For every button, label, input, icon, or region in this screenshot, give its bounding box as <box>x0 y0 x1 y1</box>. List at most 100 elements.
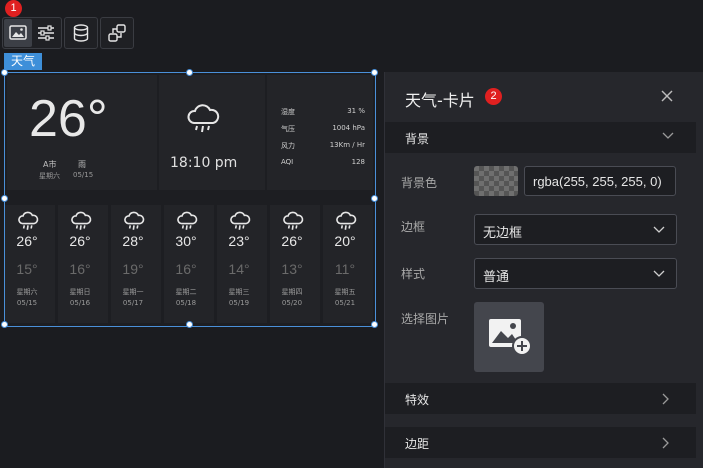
style-select[interactable]: 普通 <box>474 258 677 289</box>
image-picker[interactable] <box>474 302 544 372</box>
forecast-low: 14° <box>228 261 250 277</box>
toolbar-group-interaction <box>100 17 134 49</box>
close-icon <box>661 90 673 102</box>
section-effects-label: 特效 <box>405 393 430 407</box>
forecast-weekday: 星期日 <box>69 288 91 296</box>
forecast-date: 05/17 <box>122 299 144 307</box>
stat-humidity-value: 31 % <box>347 107 365 115</box>
resize-handle[interactable] <box>186 321 193 328</box>
weather-card-widget[interactable]: 26° A市 雨 星期六 05/15 18:10 pm 湿度 31 % 气压 1… <box>1 69 378 328</box>
forecast-high: 28° <box>122 233 144 249</box>
database-button[interactable] <box>67 19 95 47</box>
component-tag[interactable]: 天气 <box>4 53 42 70</box>
resize-handle[interactable] <box>1 321 8 328</box>
stat-aqi-value: 128 <box>351 158 365 166</box>
resize-handle[interactable] <box>1 195 8 202</box>
forecast-day: 23° 14° 星期三 05/19 <box>217 205 267 323</box>
step-badge-2: 2 <box>485 88 502 105</box>
rain-cloud-icon <box>71 211 92 230</box>
section-margin-label: 边距 <box>405 437 430 451</box>
rain-cloud-icon <box>336 211 357 230</box>
border-select[interactable]: 无边框 <box>474 214 677 245</box>
resize-handle[interactable] <box>371 195 378 202</box>
stat-wind-value: 13Km / Hr <box>329 141 365 149</box>
forecast-weekday: 星期四 <box>281 288 303 296</box>
resize-handle[interactable] <box>371 321 378 328</box>
section-effects[interactable]: 特效 <box>385 383 696 414</box>
forecast-date: 05/16 <box>69 299 91 307</box>
forecast-high: 20° <box>334 233 356 249</box>
forecast-day: 30° 16° 星期二 05/18 <box>164 205 214 323</box>
toolbar-group-data <box>64 17 98 49</box>
current-city: A市 <box>43 160 57 169</box>
forecast-day: 26° 16° 星期日 05/16 <box>58 205 108 323</box>
bg-color-input[interactable]: rgba(255, 255, 255, 0) <box>524 166 676 196</box>
current-date: 05/15 <box>73 171 94 179</box>
border-label: 边框 <box>401 220 426 234</box>
add-image-icon <box>489 319 532 356</box>
forecast-weekday: 星期三 <box>228 288 250 296</box>
sliders-icon <box>38 25 54 41</box>
forecast-low: 16° <box>175 261 197 277</box>
interaction-button[interactable] <box>103 19 131 47</box>
rain-cloud-icon <box>18 211 39 230</box>
section-background[interactable]: 背景 <box>385 122 696 153</box>
forecast-high: 26° <box>16 233 38 249</box>
resize-handle[interactable] <box>186 69 193 76</box>
rain-cloud-icon <box>283 211 304 230</box>
section-background-label: 背景 <box>405 132 430 146</box>
stat-aqi-label: AQI <box>281 158 294 166</box>
border-select-value: 无边框 <box>483 226 523 241</box>
rain-cloud-icon <box>124 211 145 230</box>
current-time: 18:10 pm <box>170 155 238 171</box>
forecast-date: 05/21 <box>334 299 356 307</box>
forecast-high: 23° <box>228 233 250 249</box>
forecast-low: 13° <box>281 261 303 277</box>
style-select-value: 普通 <box>483 270 510 285</box>
stat-wind-label: 风力 <box>281 142 295 150</box>
forecast-date: 05/15 <box>16 299 38 307</box>
properties-panel: 天气-卡片 背景 背景色 rgba(255, 255, 255, 0) 边框 无… <box>384 72 703 468</box>
resize-handle[interactable] <box>1 69 8 76</box>
forecast-day: 26° 15° 星期六 05/15 <box>5 205 55 323</box>
current-condition-card <box>159 75 265 190</box>
forecast-high: 30° <box>175 233 197 249</box>
forecast-day: 26° 13° 星期四 05/20 <box>270 205 320 323</box>
forecast-low: 15° <box>16 261 38 277</box>
image-settings-button[interactable] <box>4 19 32 47</box>
forecast-weekday: 星期二 <box>175 288 197 296</box>
forecast-date: 05/19 <box>228 299 250 307</box>
step-badge-1: 1 <box>5 0 22 17</box>
forecast-low: 16° <box>69 261 91 277</box>
forecast-low: 11° <box>334 261 356 277</box>
forecast-weekday: 星期五 <box>334 288 356 296</box>
image-settings-icon <box>9 25 27 40</box>
current-weekday: 星期六 <box>39 172 60 180</box>
forecast-day: 20° 11° 星期五 05/21 <box>323 205 373 323</box>
forecast-low: 19° <box>122 261 144 277</box>
current-weather-text: 雨 <box>78 160 86 169</box>
rain-cloud-icon <box>177 211 198 230</box>
forecast-day: 28° 19° 星期一 05/17 <box>111 205 161 323</box>
image-label: 选择图片 <box>401 312 450 326</box>
section-margin[interactable]: 边距 <box>385 427 696 458</box>
forecast-date: 05/20 <box>281 299 303 307</box>
style-label: 样式 <box>401 267 426 281</box>
panel-title: 天气-卡片 <box>405 91 475 110</box>
resize-handle[interactable] <box>371 69 378 76</box>
chevron-right-icon <box>662 437 669 449</box>
forecast-date: 05/18 <box>175 299 197 307</box>
close-button[interactable] <box>659 88 675 104</box>
forecast-weekday: 星期一 <box>122 288 144 296</box>
current-temperature: 26° <box>29 90 108 148</box>
chevron-down-icon <box>662 132 674 139</box>
stat-humidity-label: 湿度 <box>281 108 295 116</box>
chevron-right-icon <box>662 393 669 405</box>
forecast-high: 26° <box>281 233 303 249</box>
current-weather-card: 26° A市 雨 星期六 05/15 <box>7 75 157 190</box>
bg-color-swatch[interactable] <box>474 166 518 196</box>
stat-pressure-value: 1004 hPa <box>332 124 365 132</box>
rain-cloud-icon <box>230 211 251 230</box>
forecast-high: 26° <box>69 233 91 249</box>
sliders-button[interactable] <box>32 19 60 47</box>
